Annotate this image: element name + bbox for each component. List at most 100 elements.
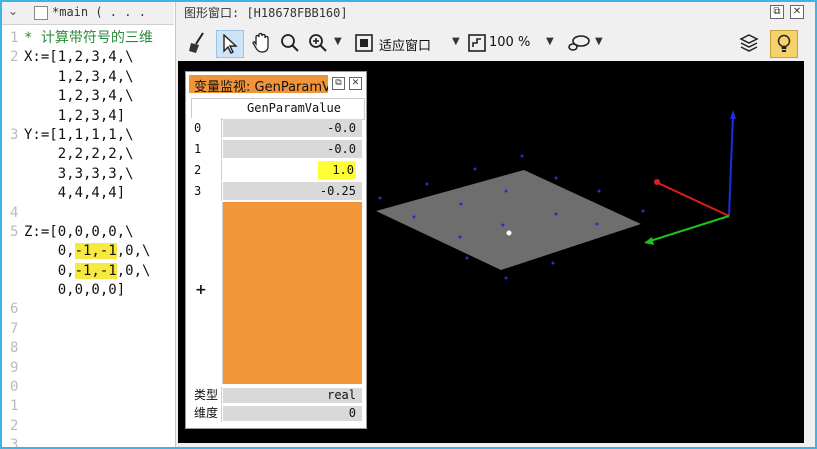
- pan-hand-button[interactable]: [248, 30, 274, 56]
- add-row-icon[interactable]: +: [195, 282, 207, 298]
- line-number: [2, 87, 20, 106]
- editor-tabbar: ⌄ *main ( . . .: [2, 2, 174, 25]
- code-text: 1,2,3,4,\: [24, 68, 134, 85]
- line-number: 0: [10, 379, 19, 396]
- line-number: 2: [10, 49, 19, 66]
- magnifier-button[interactable]: [278, 30, 302, 56]
- code-line[interactable]: Z:=[0,0,0,0,\: [24, 223, 174, 242]
- line-number: 3: [10, 126, 19, 143]
- code-text: 2,2,2,2,\: [24, 146, 134, 163]
- row-value[interactable]: -0.0: [223, 140, 362, 158]
- code-line[interactable]: 1,2,3,4,\: [24, 68, 174, 87]
- highlighted-value: 1.0: [318, 161, 356, 179]
- line-number: [2, 281, 20, 300]
- clear-broom-button[interactable]: [184, 30, 210, 56]
- code-line[interactable]: 1,2,3,4]: [24, 107, 174, 126]
- hand-icon: [252, 32, 269, 53]
- row-value[interactable]: 1.0: [223, 161, 362, 179]
- code-text: X:=[1,2,3,4,\: [24, 49, 134, 66]
- y-axis-line: [649, 215, 730, 242]
- code-line[interactable]: 4,4,4,4]: [24, 184, 174, 203]
- zoom-factor-icon: [468, 34, 486, 52]
- code-text: Z:=[0,0,0,0,\: [24, 223, 134, 240]
- line-number: 9: [10, 359, 19, 376]
- restore-window-button[interactable]: ⧉: [770, 5, 784, 19]
- monitor-empty-area: +: [191, 202, 363, 384]
- close-window-button[interactable]: ✕: [790, 5, 804, 19]
- row-index: 2: [191, 160, 222, 180]
- code-text: 4,4,4,4]: [24, 185, 126, 202]
- type-value: real: [223, 388, 362, 403]
- code-text: 1,2,3,4]: [24, 107, 126, 124]
- editor-tab-title[interactable]: *main ( . . .: [52, 5, 146, 19]
- line-number: 3: [10, 437, 19, 449]
- code-line[interactable]: 1,2,3,4,\: [24, 87, 174, 106]
- fit-window-label[interactable]: 适应窗口: [379, 35, 431, 54]
- line-number: 1: [10, 30, 19, 46]
- code-comment: * 计算带符号的三维: [24, 30, 153, 46]
- layers-icon: [739, 34, 759, 52]
- row-index: 3: [191, 181, 222, 201]
- fit-window-icon-button[interactable]: [352, 30, 376, 56]
- code-text: 3,3,3,3,\: [24, 165, 134, 182]
- line-number: 7: [10, 320, 19, 337]
- lightbulb-button[interactable]: [770, 30, 798, 58]
- shape-dropdown-caret-icon[interactable]: ▼: [595, 36, 603, 47]
- zoom-dropdown-caret-icon[interactable]: ▼: [334, 36, 342, 47]
- zoom-percent-value[interactable]: 100 %: [489, 35, 530, 50]
- code-line[interactable]: * 计算带符号的三维: [24, 29, 174, 48]
- code-line[interactable]: X:=[1,2,3,4,\: [24, 48, 174, 67]
- line-number: [2, 107, 20, 126]
- y-axis-arrow-icon: [644, 237, 654, 245]
- table-row[interactable]: 3 -0.25: [191, 181, 363, 201]
- line-number: 1: [10, 398, 19, 415]
- fit-dropdown-caret-icon[interactable]: ▼: [452, 36, 460, 47]
- monitor-close-button[interactable]: ✕: [349, 77, 362, 90]
- row-value[interactable]: -0.0: [223, 119, 362, 137]
- zoom-factor-icon-button[interactable]: [466, 30, 488, 56]
- x-axis-end-point: [654, 179, 660, 185]
- code-text: ,0,\: [116, 262, 151, 279]
- code-line[interactable]: 0,0,0,0]: [24, 281, 174, 300]
- layers-button[interactable]: [736, 30, 762, 56]
- cursor-arrow-icon: [223, 34, 238, 54]
- code-text: 0,: [24, 262, 75, 279]
- table-row[interactable]: 0 -0.0: [191, 118, 363, 138]
- pointer-tool-button[interactable]: [216, 30, 244, 58]
- code-line[interactable]: 3,3,3,3,\: [24, 165, 174, 184]
- line-number: [2, 68, 20, 87]
- zoom-in-button[interactable]: [306, 30, 330, 56]
- code-text: Y:=[1,1,1,1,\: [24, 126, 134, 143]
- code-line[interactable]: Y:=[1,1,1,1,\: [24, 126, 174, 145]
- code-line[interactable]: [24, 204, 174, 223]
- zoom-percent-caret-icon[interactable]: ▼: [546, 36, 554, 47]
- code-text: 1,2,3,4,\: [24, 88, 134, 105]
- code-line[interactable]: 0,-1,-1,0,\: [24, 262, 174, 281]
- table-row[interactable]: 1 -0.0: [191, 139, 363, 159]
- code-lines[interactable]: * 计算带符号的三维 X:=[1,2,3,4,\ 1,2,3,4,\ 1,2,3,…: [24, 29, 174, 300]
- monitor-titlebar[interactable]: 变量监视: GenParamValue: [189, 75, 328, 93]
- line-number: 6: [10, 301, 19, 318]
- monitor-column-header: GenParamValue: [191, 98, 365, 120]
- line-number: [2, 242, 20, 261]
- monitor-title: 变量监视: GenParamValue: [194, 80, 328, 93]
- z-axis-line: [728, 113, 734, 217]
- chevron-down-icon[interactable]: ⌄: [8, 4, 18, 18]
- zoom-in-icon: [309, 34, 327, 52]
- type-label: 类型: [191, 387, 222, 404]
- line-number: 8: [10, 340, 19, 357]
- x-axis-line: [657, 182, 730, 217]
- monitor-restore-button[interactable]: ⧉: [332, 77, 345, 90]
- table-row[interactable]: 2 1.0: [191, 160, 363, 180]
- variable-monitor-window[interactable]: 变量监视: GenParamValue ⧉ ✕ GenParamValue 0 …: [185, 71, 367, 429]
- tab-menu-button[interactable]: [34, 6, 48, 20]
- code-editor[interactable]: ⌄ *main ( . . . 1 2 3 4 5 6 7 8 9 0 1 2 3 * 计算带符号的三维…: [2, 2, 174, 449]
- row-value[interactable]: -0.25: [223, 182, 362, 200]
- line-number: [2, 165, 20, 184]
- search-icon: [281, 34, 299, 52]
- draw-shape-button[interactable]: [566, 30, 592, 56]
- column-header-label: GenParamValue: [247, 101, 341, 115]
- code-line[interactable]: 2,2,2,2,\: [24, 145, 174, 164]
- code-line[interactable]: 0,-1,-1,0,\: [24, 242, 174, 261]
- lightbulb-icon: [777, 34, 791, 52]
